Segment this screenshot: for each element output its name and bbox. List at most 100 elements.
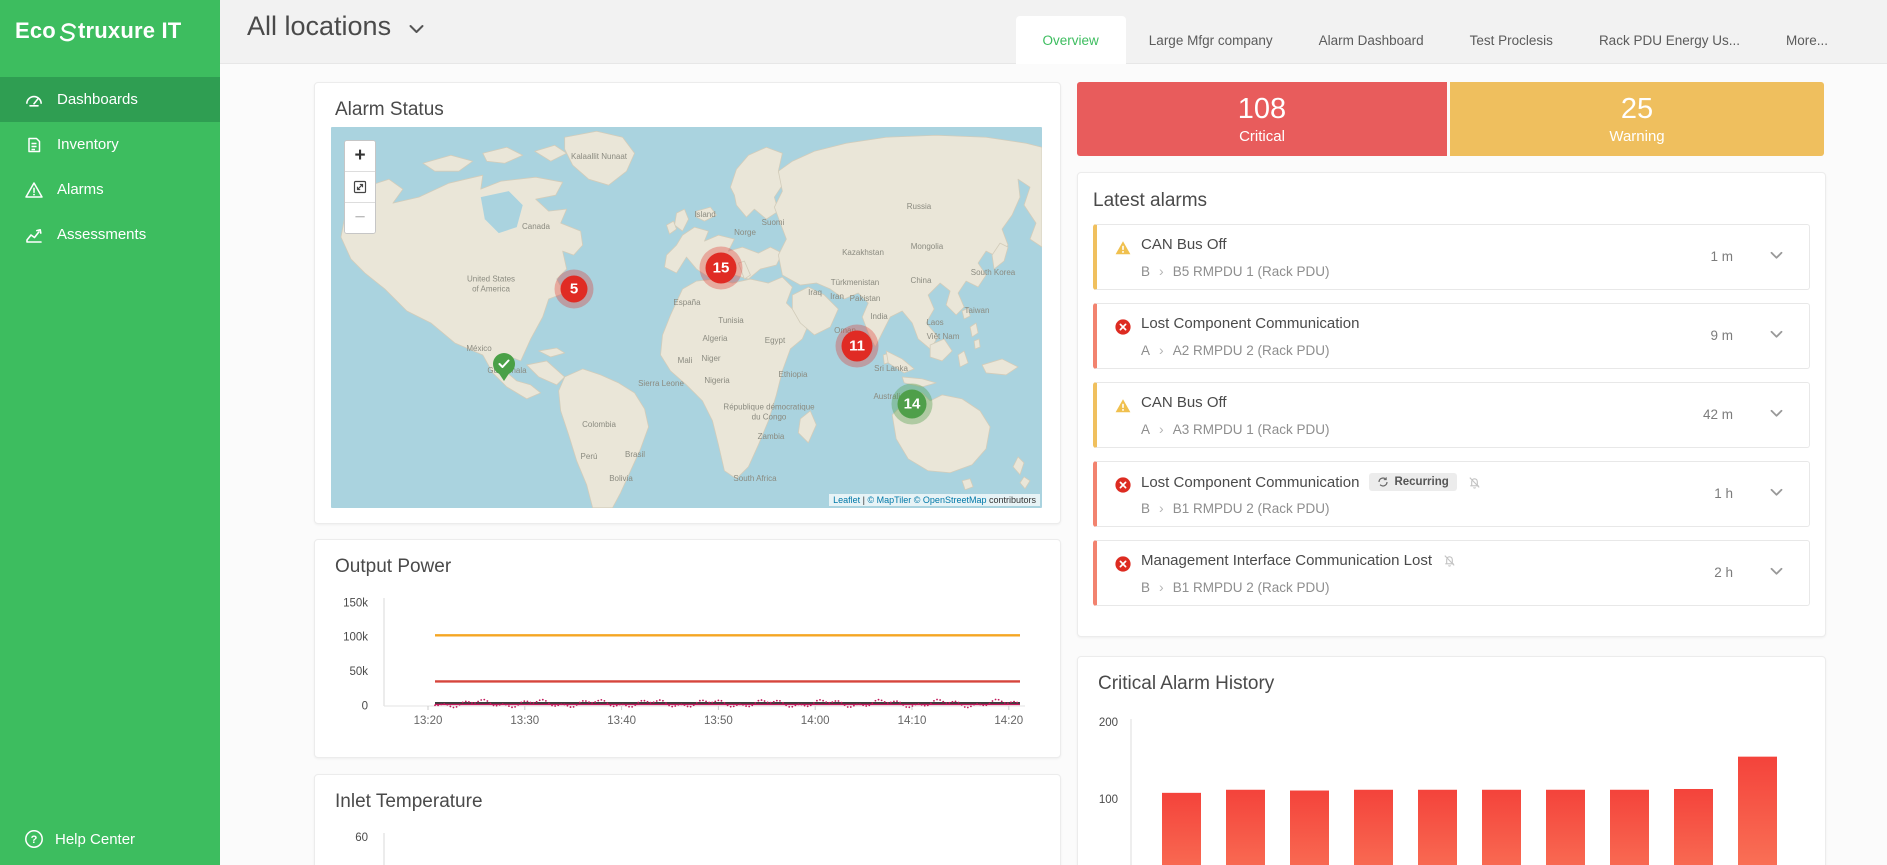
map-zoom-in-button[interactable]: + xyxy=(345,141,375,172)
svg-text:50k: 50k xyxy=(349,666,368,678)
svg-text:14:20: 14:20 xyxy=(994,715,1023,727)
alarm-status-card: Alarm Status xyxy=(314,82,1061,524)
alarm-row[interactable]: CAN Bus OffB›B5 RMPDU 1 (Rack PDU)1 m xyxy=(1093,224,1810,290)
map-marker-critical[interactable]: 5 xyxy=(561,276,588,303)
critical-alarm-history-card: Critical Alarm History 100200 xyxy=(1077,656,1826,865)
critical-circle-x-icon xyxy=(1115,477,1131,493)
alarm-title: Lost Component Communication xyxy=(1141,315,1359,332)
history-bar xyxy=(1482,790,1521,865)
alarm-breadcrumb: B › B5 RMPDU 1 (Rack PDU) xyxy=(1141,263,1329,279)
warning-count: 25 xyxy=(1621,93,1653,126)
output-power-card: Output Power 050k100k150k13:2013:3013:40… xyxy=(314,539,1061,758)
sidebar-item-assessments[interactable]: Assessments xyxy=(0,212,220,257)
alarm-location: B xyxy=(1141,264,1150,279)
sidebar-item-label: Alarms xyxy=(57,181,104,198)
bell-muted-icon xyxy=(1442,553,1457,568)
alarm-row[interactable]: CAN Bus OffA›A3 RMPDU 1 (Rack PDU)42 m xyxy=(1093,382,1810,448)
latest-alarms-list: CAN Bus OffB›B5 RMPDU 1 (Rack PDU)1 mLos… xyxy=(1078,224,1825,606)
alarm-age: 2 h xyxy=(1714,565,1733,580)
output-power-title: Output Power xyxy=(315,540,1060,588)
sidebar-item-inventory[interactable]: Inventory xyxy=(0,122,220,167)
warning-triangle-icon xyxy=(24,180,44,200)
map-attribution: Leaflet | © MapTiler © OpenStreetMap con… xyxy=(829,494,1040,506)
logo-text-prefix: Eco xyxy=(15,18,56,44)
alarm-age: 9 m xyxy=(1710,328,1733,343)
sidebar-item-alarms[interactable]: Alarms xyxy=(0,167,220,212)
sidebar-item-dashboards[interactable]: Dashboards xyxy=(0,77,220,122)
tab-rack-pdu-energy-usage[interactable]: Rack PDU Energy Us... xyxy=(1576,16,1763,64)
alarm-device: A2 RMPDU 2 (Rack PDU) xyxy=(1173,343,1330,358)
expand-alarm-chevron-icon[interactable] xyxy=(1770,567,1783,576)
dashboard-tabs: OverviewLarge Mfgr companyAlarm Dashboar… xyxy=(1016,16,1851,64)
warning-count-banner[interactable]: 25 Warning xyxy=(1450,82,1824,156)
gauge-icon xyxy=(24,90,44,110)
alarm-location: A xyxy=(1141,343,1150,358)
recurring-badge: Recurring xyxy=(1369,473,1456,491)
map-zoom-controls: + − xyxy=(344,140,376,234)
svg-text:?: ? xyxy=(31,834,38,846)
recurring-icon xyxy=(1377,476,1389,488)
warning-label: Warning xyxy=(1609,128,1664,145)
history-bar xyxy=(1610,790,1649,865)
svg-text:100k: 100k xyxy=(343,632,368,644)
alarm-device: B1 RMPDU 2 (Rack PDU) xyxy=(1173,501,1330,516)
expand-icon xyxy=(353,180,367,194)
map-marker-critical[interactable]: 11 xyxy=(842,331,873,362)
help-question-icon: ? xyxy=(24,829,44,849)
map-marker-ok[interactable]: 14 xyxy=(898,390,927,419)
map-zoom-out-button[interactable]: − xyxy=(345,203,375,233)
tab-test-proclesis[interactable]: Test Proclesis xyxy=(1447,16,1576,64)
trend-chart-icon xyxy=(24,225,44,245)
critical-count-banner[interactable]: 108 Critical xyxy=(1077,82,1447,156)
tab-more[interactable]: More... xyxy=(1763,16,1851,64)
svg-text:60: 60 xyxy=(355,832,368,844)
history-bar xyxy=(1290,791,1329,865)
help-center-link[interactable]: ? Help Center xyxy=(24,829,135,849)
main-content: Alarm Status xyxy=(220,63,1887,865)
alarm-row[interactable]: Lost Component CommunicationRecurringB›B… xyxy=(1093,461,1810,527)
breadcrumb-chevron-icon: › xyxy=(1159,263,1164,279)
critical-count: 108 xyxy=(1238,93,1286,126)
expand-alarm-chevron-icon[interactable] xyxy=(1770,488,1783,497)
alarm-device: B5 RMPDU 1 (Rack PDU) xyxy=(1173,264,1330,279)
svg-text:150k: 150k xyxy=(343,597,368,609)
expand-alarm-chevron-icon[interactable] xyxy=(1770,251,1783,260)
breadcrumb-chevron-icon: › xyxy=(1159,579,1164,595)
alarm-row[interactable]: Lost Component CommunicationA›A2 RMPDU 2… xyxy=(1093,303,1810,369)
map-marker-ok[interactable] xyxy=(493,353,515,375)
ecostruxure-logo[interactable]: Eco truxure IT xyxy=(0,0,220,62)
map-fullscreen-button[interactable] xyxy=(345,172,375,203)
location-selector[interactable]: All locations xyxy=(247,11,424,42)
sidebar-item-label: Assessments xyxy=(57,226,146,243)
expand-alarm-chevron-icon[interactable] xyxy=(1770,330,1783,339)
tab-overview[interactable]: Overview xyxy=(1016,16,1126,64)
leaflet-link[interactable]: Leaflet xyxy=(833,495,860,505)
tab-large-mfgr-company[interactable]: Large Mfgr company xyxy=(1126,16,1296,64)
map-marker-critical[interactable]: 15 xyxy=(706,253,737,284)
alarm-title-row: Lost Component Communication Recurring xyxy=(1141,473,1482,491)
alarm-title: Management Interface Communication Lost xyxy=(1141,552,1432,569)
alarm-row[interactable]: Management Interface Communication Lost B… xyxy=(1093,540,1810,606)
help-center-label: Help Center xyxy=(55,831,135,848)
header-bar: All locations OverviewLarge Mfgr company… xyxy=(220,0,1887,64)
tab-alarm-dashboard[interactable]: Alarm Dashboard xyxy=(1296,16,1447,64)
alarm-title: CAN Bus Off xyxy=(1141,394,1227,411)
history-bar xyxy=(1546,790,1585,865)
alarm-age: 42 m xyxy=(1703,407,1733,422)
openstreetmap-link[interactable]: © OpenStreetMap xyxy=(911,495,986,505)
svg-text:14:00: 14:00 xyxy=(801,715,830,727)
recurring-badge-label: Recurring xyxy=(1394,476,1448,488)
svg-text:13:20: 13:20 xyxy=(414,715,443,727)
bell-muted-icon xyxy=(1467,475,1482,490)
alarm-breadcrumb: B›B1 RMPDU 2 (Rack PDU) xyxy=(1141,579,1329,595)
sidebar-item-label: Dashboards xyxy=(57,91,138,108)
inventory-box-icon xyxy=(24,135,44,155)
world-map[interactable]: Kalaallit NunaatCanadaUnited States of A… xyxy=(331,127,1042,508)
alarm-title: Lost Component Communication xyxy=(1141,474,1359,491)
chevron-down-icon xyxy=(409,24,424,34)
breadcrumb-chevron-icon: › xyxy=(1159,500,1164,516)
inlet-temperature-card: Inlet Temperature 60 xyxy=(314,774,1061,865)
history-bar xyxy=(1674,789,1713,865)
expand-alarm-chevron-icon[interactable] xyxy=(1770,409,1783,418)
maptiler-link[interactable]: © MapTiler xyxy=(867,495,911,505)
